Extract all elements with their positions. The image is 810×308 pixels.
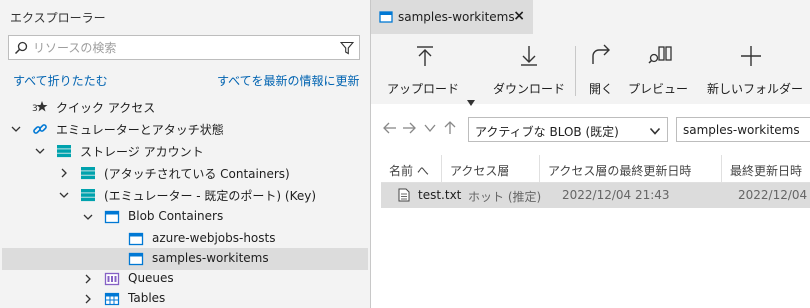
navigation-bar: アクティブな BLOB (既定) <box>371 115 810 143</box>
tree-item-label: エミュレーターとアタッチ状態 <box>56 123 224 137</box>
tree-item-label: クイック アクセス <box>56 101 156 115</box>
storage-account-icon <box>81 167 95 180</box>
tree-item-label: samples-workitems <box>152 251 269 265</box>
blob-view-select[interactable]: アクティブな BLOB (既定) <box>468 117 668 142</box>
blob-container-icon <box>128 232 144 246</box>
blob-container-icon <box>379 11 393 23</box>
cell-modified: 2022/12/04 21 <box>738 188 810 202</box>
cell-access-tier: ホット (推定) <box>468 190 542 204</box>
plus-icon <box>741 46 761 66</box>
tree-item-quick-access[interactable]: 3 クイック アクセス <box>2 96 368 118</box>
tree-item-label: (エミュレーター - 既定のポート) (Key) <box>104 189 317 203</box>
filter-icon[interactable] <box>340 41 354 55</box>
quick-access-icon: 3 <box>32 101 48 114</box>
download-button[interactable]: ダウンロード <box>491 44 571 100</box>
upload-label: アップロード <box>387 82 460 96</box>
tree-item-label: azure-webjobs-hosts <box>152 231 276 245</box>
tree-item-label: Tables <box>128 291 166 305</box>
tree-item-queues[interactable]: Queues <box>2 268 368 290</box>
search-icon <box>14 41 28 55</box>
svg-text:3: 3 <box>32 104 38 114</box>
text-file-icon <box>398 188 410 202</box>
forward-arrow-icon[interactable] <box>402 121 416 135</box>
storage-account-icon <box>57 145 71 158</box>
download-icon <box>521 46 537 66</box>
download-label: ダウンロード <box>493 82 566 96</box>
tab-label: samples-workitems <box>398 10 515 24</box>
blob-container-icon <box>104 210 120 224</box>
close-icon[interactable]: × <box>513 8 525 24</box>
tree-item-storage-accounts[interactable]: ストレージ アカウント <box>2 140 368 162</box>
column-header-name[interactable]: 名前 へ <box>381 155 442 183</box>
chevron-down-icon <box>649 127 661 135</box>
queue-icon <box>104 272 120 286</box>
tree-item-emulator-attached[interactable]: エミュレーターとアタッチ状態 <box>2 118 368 140</box>
open-label: 開く <box>589 82 614 96</box>
preview-label: プレビュー <box>628 82 689 96</box>
path-input[interactable] <box>683 121 810 139</box>
column-header-tier-modified[interactable]: アクセス層の最終更新日時 <box>540 155 722 183</box>
storage-explorer-window: エクスプローラー すべて折りたたむ すべてを最新の情報に更新 3 クイック アク… <box>0 0 810 308</box>
chevron-down-icon[interactable] <box>10 123 22 135</box>
cell-tier-modified: 2022/12/04 21:43 <box>562 188 670 202</box>
explorer-title: エクスプローラー <box>10 11 106 25</box>
tree-item-label: Blob Containers <box>128 209 224 223</box>
tree-item-label: Queues <box>128 271 174 285</box>
resource-search-box[interactable] <box>8 35 360 60</box>
tab-samples-workitems[interactable]: samples-workitems × <box>371 0 533 34</box>
storage-account-icon <box>81 189 95 202</box>
chevron-down-icon[interactable] <box>82 211 94 223</box>
caret-down-icon[interactable] <box>467 100 475 106</box>
cell-name: test.txt <box>418 188 462 202</box>
chevron-down-icon[interactable] <box>423 121 437 135</box>
tree-item-label: ストレージ アカウント <box>80 145 204 159</box>
upload-button[interactable]: アップロード <box>387 44 467 100</box>
tree-item-blob-containers[interactable]: Blob Containers <box>2 206 368 228</box>
preview-icon <box>648 46 672 64</box>
tree-item-label: (アタッチされている Containers) <box>104 167 290 181</box>
link-icon <box>33 124 47 134</box>
tree-item-container-selected[interactable]: samples-workitems <box>2 248 368 270</box>
column-header-modified[interactable]: 最終更新日時 <box>722 155 810 183</box>
blob-container-icon <box>128 252 144 266</box>
upload-icon <box>417 46 433 66</box>
new-folder-button[interactable]: 新しいフォルダー <box>707 44 810 100</box>
preview-button[interactable]: プレビュー <box>628 44 692 100</box>
tree-item-emulator-default[interactable]: (エミュレーター - 既定のポート) (Key) <box>2 184 368 206</box>
file-grid-header: 名前 へ アクセス層 アクセス層の最終更新日時 最終更新日時 <box>381 155 810 183</box>
search-input[interactable] <box>33 38 323 57</box>
up-arrow-icon[interactable] <box>443 121 457 135</box>
open-arrow-icon <box>592 44 610 64</box>
chevron-right-icon[interactable] <box>82 273 94 285</box>
refresh-all-link[interactable]: すべてを最新の情報に更新 <box>217 72 359 89</box>
explorer-pane: エクスプローラー すべて折りたたむ すべてを最新の情報に更新 3 クイック アク… <box>0 0 370 308</box>
chevron-right-icon[interactable] <box>58 167 70 179</box>
tree-item-container[interactable]: azure-webjobs-hosts <box>2 228 368 250</box>
tree-item-tables[interactable]: Tables <box>2 288 368 308</box>
content-pane: samples-workitems × アップロード ダウンロード 開く プレビ… <box>370 0 810 308</box>
toolbar: アップロード ダウンロード 開く プレビュー 新しいフォルダー <box>371 34 810 106</box>
table-icon <box>104 292 120 306</box>
back-arrow-icon[interactable] <box>383 121 397 135</box>
chevron-down-icon[interactable] <box>58 189 70 201</box>
open-button[interactable]: 開く <box>587 44 617 100</box>
tab-bar: samples-workitems × <box>371 0 810 34</box>
path-field[interactable] <box>676 117 810 142</box>
column-header-access-tier[interactable]: アクセス層 <box>442 155 540 183</box>
toolbar-divider <box>575 46 576 96</box>
table-row[interactable]: test.txt ホット (推定) 2022/12/04 21:43 2022/… <box>381 183 810 208</box>
tree-item-attached-containers[interactable]: (アタッチされている Containers) <box>2 162 368 184</box>
chevron-right-icon[interactable] <box>82 293 94 305</box>
blob-view-selected-value: アクティブな BLOB (既定) <box>475 125 619 139</box>
chevron-down-icon[interactable] <box>34 145 46 157</box>
new-folder-label: 新しいフォルダー <box>707 82 804 96</box>
collapse-all-link[interactable]: すべて折りたたむ <box>13 72 108 89</box>
